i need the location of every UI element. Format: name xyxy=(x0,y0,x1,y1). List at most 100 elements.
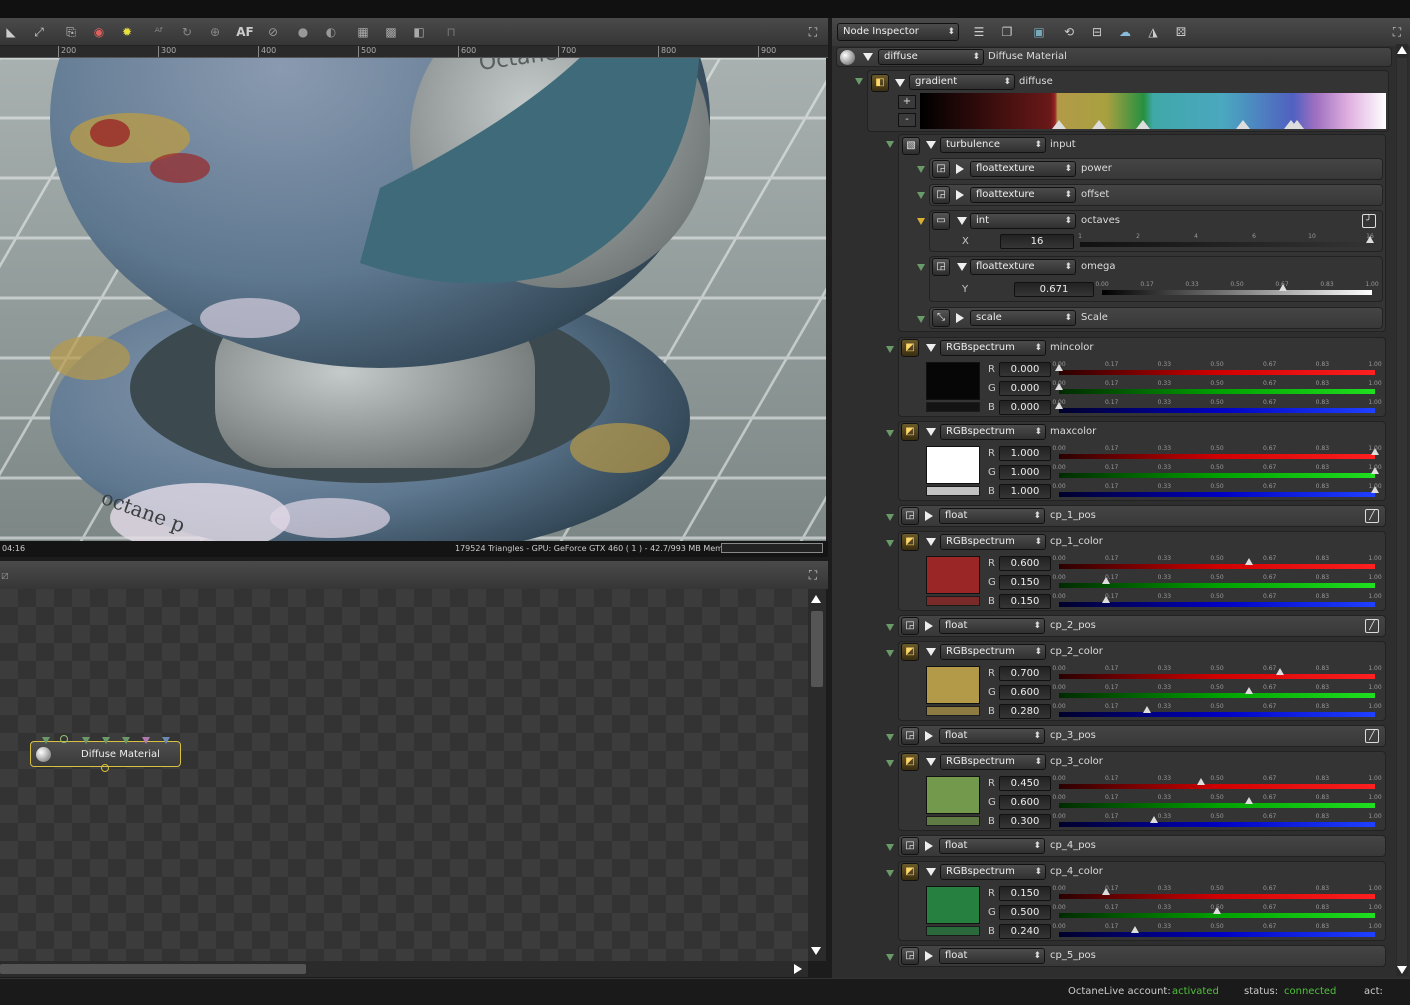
turbulence-texture-icon[interactable]: ▧ xyxy=(902,137,920,155)
ruler-icon[interactable]: ◣ xyxy=(2,23,20,41)
octaves-type-select[interactable]: int xyxy=(970,213,1076,229)
fit-view-icon[interactable]: ⤢ xyxy=(30,23,48,41)
minus-box-icon[interactable]: ⊟ xyxy=(1088,23,1106,41)
channel-g-input[interactable]: 0.150 xyxy=(999,575,1051,590)
export-icon[interactable]: ⎘ xyxy=(62,23,80,41)
channel-g-slider[interactable]: 0.00 0.17 0.33 0.50 0.67 0.83 1.00 xyxy=(1052,684,1382,700)
color-swatch[interactable] xyxy=(926,776,980,814)
channel-r-slider[interactable]: 0.00 0.17 0.33 0.50 0.67 0.83 1.00 xyxy=(1052,555,1382,571)
power-type-select[interactable]: floattexture xyxy=(970,161,1076,177)
maximize-icon[interactable]: ⛶ xyxy=(804,23,822,41)
float-texture-icon[interactable]: ◲ xyxy=(932,186,950,204)
channel-b-slider[interactable]: 0.00 0.17 0.33 0.50 0.67 0.83 1.00 xyxy=(1052,923,1382,939)
channel-r-slider[interactable]: 0.00 0.17 0.33 0.50 0.67 0.83 1.00 xyxy=(1052,885,1382,901)
channel-r-input[interactable]: 0.700 xyxy=(999,666,1051,681)
expand-arrow-icon[interactable] xyxy=(926,344,936,352)
rotate-icon[interactable]: ↻ xyxy=(178,23,196,41)
channel-r-input[interactable]: 0.450 xyxy=(999,776,1051,791)
channel-g-slider[interactable]: 0.00 0.17 0.33 0.50 0.67 0.83 1.00 xyxy=(1052,464,1382,480)
expand-arrow-icon[interactable] xyxy=(926,758,936,766)
edit-curve-icon[interactable]: ╯ xyxy=(1362,214,1376,228)
channel-b-input[interactable]: 0.000 xyxy=(999,400,1051,415)
expand-arrow-icon[interactable] xyxy=(956,313,964,323)
expand-arrow-icon[interactable] xyxy=(926,538,936,546)
node-input-pins[interactable] xyxy=(40,735,170,744)
float-texture-icon[interactable]: ◲ xyxy=(932,258,950,276)
grid-icon[interactable]: ▦ xyxy=(354,23,372,41)
node-output-pin[interactable] xyxy=(101,764,109,772)
rgb-spectrum-icon[interactable]: ◩ xyxy=(901,339,919,357)
channel-b-input[interactable]: 0.150 xyxy=(999,594,1051,609)
af-off-icon[interactable]: ᴬᶠ xyxy=(150,23,168,41)
node-type-select[interactable]: diffuse xyxy=(878,49,984,65)
omega-type-select[interactable]: floattexture xyxy=(970,259,1076,275)
spectrum-type-select[interactable]: RGBspectrum xyxy=(940,644,1046,660)
channel-r-slider[interactable]: 0.00 0.17 0.33 0.50 0.67 0.83 1.00 xyxy=(1052,665,1382,681)
inspector-scrollbar[interactable] xyxy=(1396,44,1408,976)
channel-b-slider[interactable]: 0.00 0.17 0.33 0.50 0.67 0.83 1.00 xyxy=(1052,813,1382,829)
edit-icon[interactable]: ╱ xyxy=(1365,619,1379,633)
gradient-stops[interactable] xyxy=(920,119,1386,129)
copy-icon[interactable]: ❐ xyxy=(998,23,1016,41)
channel-r-slider[interactable]: 0.00 0.17 0.33 0.50 0.67 0.83 1.00 xyxy=(1052,445,1382,461)
expand-arrow-icon[interactable] xyxy=(957,217,967,225)
omega-value-input[interactable]: 0.671 xyxy=(1014,282,1094,297)
spectrum-type-select[interactable]: RGBspectrum xyxy=(940,754,1046,770)
channel-g-slider[interactable]: 0.00 0.17 0.33 0.50 0.67 0.83 1.00 xyxy=(1052,904,1382,920)
maximize-inspector-icon[interactable]: ⛶ xyxy=(1388,23,1406,41)
spectrum-type-select[interactable]: RGBspectrum xyxy=(940,534,1046,550)
channel-r-input[interactable]: 0.150 xyxy=(999,886,1051,901)
rgb-spectrum-icon[interactable]: ◩ xyxy=(901,753,919,771)
channel-g-input[interactable]: 0.500 xyxy=(999,905,1051,920)
expand-arrow-icon[interactable] xyxy=(895,79,905,87)
channel-b-slider[interactable]: 0.00 0.17 0.33 0.50 0.67 0.83 1.00 xyxy=(1052,703,1382,719)
channel-r-input[interactable]: 1.000 xyxy=(999,446,1051,461)
expand-arrow-icon[interactable] xyxy=(925,511,933,521)
float-icon[interactable]: ◲ xyxy=(901,617,919,635)
channel-b-input[interactable]: 0.280 xyxy=(999,704,1051,719)
cloud-icon[interactable]: ☁ xyxy=(1116,23,1134,41)
expand-arrow-icon[interactable] xyxy=(925,841,933,851)
color-swatch[interactable] xyxy=(926,446,980,484)
channel-g-input[interactable]: 0.600 xyxy=(999,795,1051,810)
rgb-spectrum-icon[interactable]: ◩ xyxy=(901,643,919,661)
image-icon[interactable]: ▣ xyxy=(1030,23,1048,41)
rgb-spectrum-icon[interactable]: ◩ xyxy=(901,533,919,551)
color-swatch[interactable] xyxy=(926,556,980,594)
add-stop-button[interactable]: + xyxy=(898,95,916,109)
expand-arrow-icon[interactable] xyxy=(925,621,933,631)
maximize-graph-icon[interactable]: ⛶ xyxy=(804,566,822,584)
color-swatch[interactable] xyxy=(926,362,980,400)
channel-b-slider[interactable]: 0.00 0.17 0.33 0.50 0.67 0.83 1.00 xyxy=(1052,593,1382,609)
region-icon[interactable]: ◧ xyxy=(410,23,428,41)
position-type-select[interactable]: float xyxy=(939,618,1045,634)
color-swatch[interactable] xyxy=(926,886,980,924)
lock-icon[interactable]: ⊓ xyxy=(442,23,460,41)
expand-arrow-icon[interactable] xyxy=(956,164,964,174)
scale-type-select[interactable]: scale xyxy=(970,310,1076,326)
gradient-type-select[interactable]: gradient xyxy=(909,74,1015,90)
expand-arrow-icon[interactable] xyxy=(863,53,873,61)
position-type-select[interactable]: float xyxy=(939,728,1045,744)
expand-arrow-icon[interactable] xyxy=(926,141,936,149)
expand-arrow-icon[interactable] xyxy=(926,428,936,436)
channel-g-input[interactable]: 0.600 xyxy=(999,685,1051,700)
octaves-value-input[interactable]: 16 xyxy=(1000,234,1074,249)
sphere-icon[interactable]: ● xyxy=(294,23,312,41)
omega-slider[interactable]: 0.00 0.17 0.33 0.50 0.67 0.83 1.00 xyxy=(1095,281,1379,297)
pick-icon[interactable]: ⊕ xyxy=(206,23,224,41)
color-wheel-icon[interactable]: ◉ xyxy=(90,23,108,41)
spectrum-type-select[interactable]: RGBspectrum xyxy=(940,340,1046,356)
float-icon[interactable]: ◲ xyxy=(901,727,919,745)
rgb-spectrum-icon[interactable]: ◩ xyxy=(901,423,919,441)
channel-r-input[interactable]: 0.600 xyxy=(999,556,1051,571)
rgb-spectrum-icon[interactable]: ◩ xyxy=(901,863,919,881)
graph-horizontal-scrollbar[interactable] xyxy=(0,961,808,977)
spectrum-type-select[interactable]: RGBspectrum xyxy=(940,864,1046,880)
inspector-selector[interactable]: Node Inspector xyxy=(837,23,959,41)
channel-r-slider[interactable]: 0.00 0.17 0.33 0.50 0.67 0.83 1.00 xyxy=(1052,775,1382,791)
channel-r-input[interactable]: 0.000 xyxy=(999,362,1051,377)
spectrum-type-select[interactable]: RGBspectrum xyxy=(940,424,1046,440)
edit-icon[interactable]: ╱ xyxy=(1365,729,1379,743)
picture-icon[interactable]: ◮ xyxy=(1144,23,1162,41)
